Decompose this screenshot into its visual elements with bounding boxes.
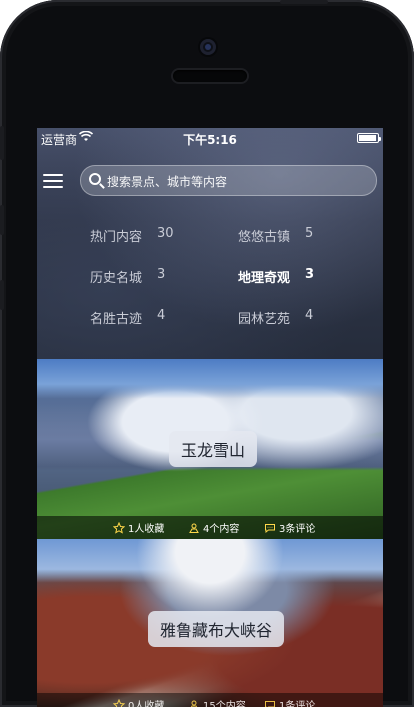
contents-count: 4个内容 xyxy=(203,524,240,535)
scenic-card[interactable]: 玉龙雪山 1人收藏 4个内容 3条评论 xyxy=(37,359,383,539)
menu-icon[interactable] xyxy=(43,174,63,189)
category-count: 4 xyxy=(305,308,314,323)
app-screen: 运营商 下午5:16 搜索景点、城市等内容 热门内容 30 悠悠古镇 5 历史名… xyxy=(37,128,383,707)
category-hot[interactable]: 热门内容 30 xyxy=(90,226,174,245)
search-placeholder: 搜索景点、城市等内容 xyxy=(107,175,228,189)
comments-stat[interactable]: 3条评论 xyxy=(264,520,315,535)
category-scenic-sites[interactable]: 名胜古迹 4 xyxy=(90,308,165,327)
category-label: 悠悠古镇 xyxy=(238,230,291,245)
phone-top-bezel xyxy=(0,0,414,130)
comments-stat[interactable]: 1条评论 xyxy=(264,697,315,707)
favorites-count: 0人收藏 xyxy=(128,701,165,707)
camera-icon xyxy=(200,39,216,55)
person-icon xyxy=(190,700,198,707)
category-count: 5 xyxy=(305,226,314,241)
battery-icon xyxy=(357,133,381,143)
comment-icon xyxy=(265,700,275,707)
category-label: 园林艺苑 xyxy=(238,312,291,327)
comment-icon xyxy=(265,523,275,533)
speaker-grille xyxy=(173,70,247,82)
favorites-count: 1人收藏 xyxy=(128,524,165,535)
card-stats-bar: 1人收藏 4个内容 3条评论 xyxy=(37,516,383,539)
category-count: 30 xyxy=(157,226,174,241)
category-historic-cities[interactable]: 历史名城 3 xyxy=(90,267,165,286)
mute-switch xyxy=(0,126,4,160)
star-icon xyxy=(113,698,125,707)
favorites-stat[interactable]: 0人收藏 xyxy=(113,697,164,707)
comments-count: 3条评论 xyxy=(279,524,316,535)
card-title: 雅鲁藏布大峡谷 xyxy=(148,611,285,647)
volume-up-button xyxy=(0,205,4,235)
search-icon xyxy=(89,173,101,185)
favorites-stat[interactable]: 1人收藏 xyxy=(113,520,164,535)
category-label: 地理奇观 xyxy=(238,271,291,286)
phone-frame: 运营商 下午5:16 搜索景点、城市等内容 热门内容 30 悠悠古镇 5 历史名… xyxy=(0,0,414,707)
scenic-card[interactable]: 雅鲁藏布大峡谷 0人收藏 15个内容 1条评论 xyxy=(37,539,383,707)
category-geographic-wonders[interactable]: 地理奇观 3 xyxy=(238,267,314,286)
category-label: 历史名城 xyxy=(90,271,143,286)
volume-down-button xyxy=(0,280,4,310)
search-input[interactable]: 搜索景点、城市等内容 xyxy=(80,165,377,196)
status-time: 下午5:16 xyxy=(183,133,237,147)
category-label: 热门内容 xyxy=(90,230,143,245)
contents-count: 15个内容 xyxy=(203,701,246,707)
star-icon xyxy=(113,521,125,534)
hero-background xyxy=(37,128,383,360)
card-title: 玉龙雪山 xyxy=(169,431,258,467)
category-count: 3 xyxy=(157,267,166,282)
status-bar: 运营商 下午5:16 xyxy=(37,128,383,148)
category-count: 3 xyxy=(305,267,315,282)
category-ancient-towns[interactable]: 悠悠古镇 5 xyxy=(238,226,313,245)
contents-stat[interactable]: 15个内容 xyxy=(188,697,246,707)
category-gardens[interactable]: 园林艺苑 4 xyxy=(238,308,313,327)
contents-stat[interactable]: 4个内容 xyxy=(188,520,239,535)
category-label: 名胜古迹 xyxy=(90,312,143,327)
comments-count: 1条评论 xyxy=(279,701,316,707)
person-icon xyxy=(189,523,199,533)
card-stats-bar: 0人收藏 15个内容 1条评论 xyxy=(37,693,383,707)
category-count: 4 xyxy=(157,308,166,323)
